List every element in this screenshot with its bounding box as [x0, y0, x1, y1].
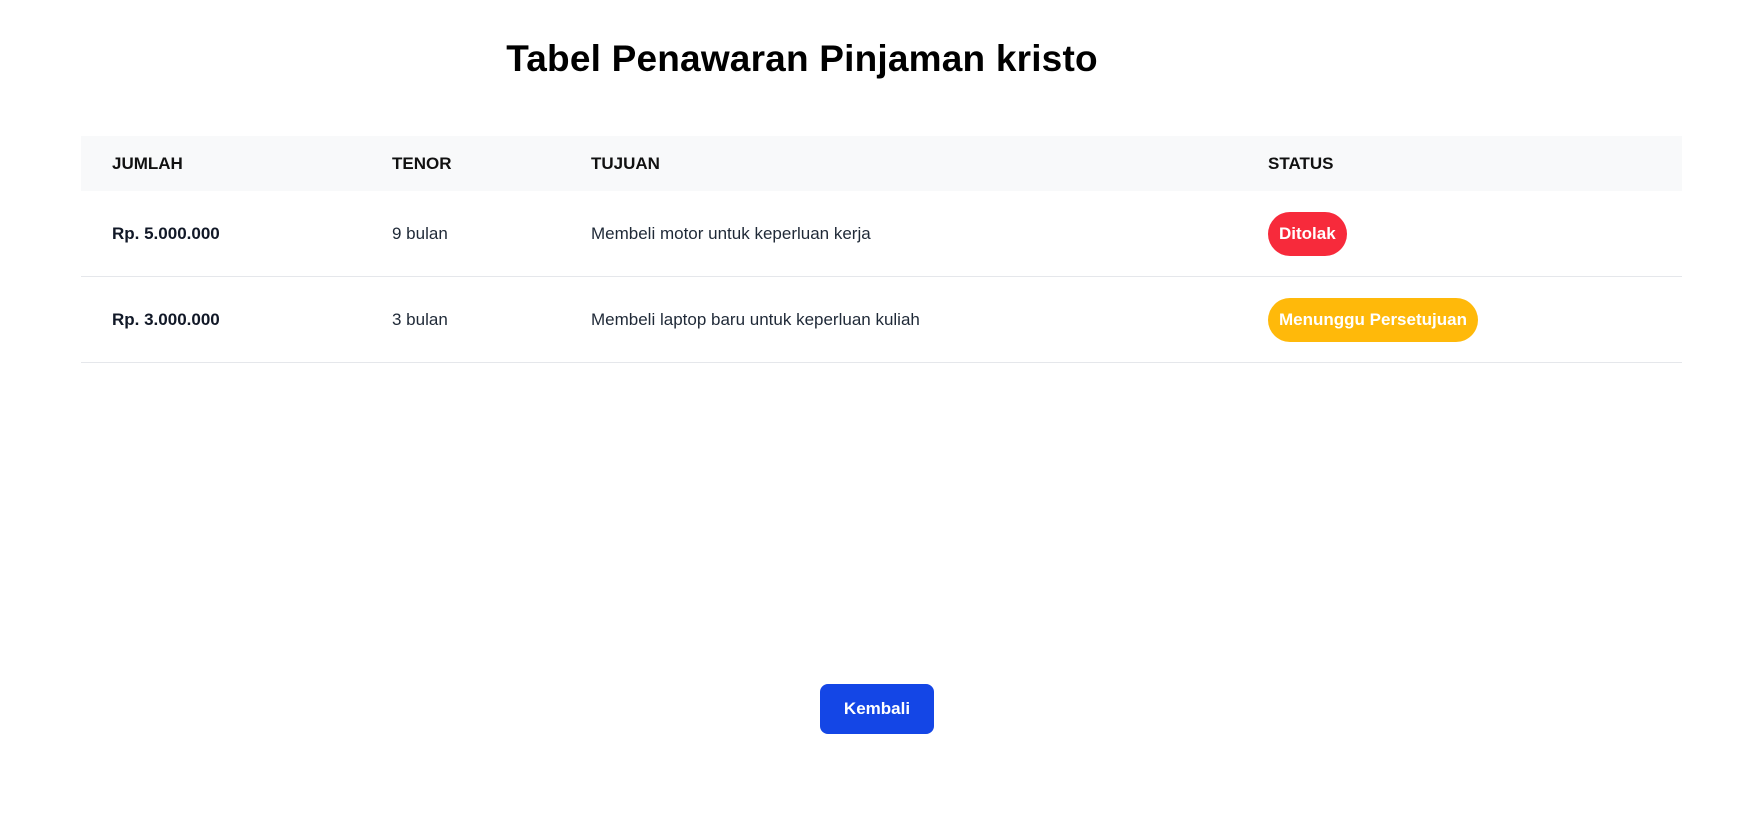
column-header-purpose: TUJUAN: [591, 153, 660, 173]
column-header-amount: JUMLAH: [112, 153, 183, 173]
column-header-status: STATUS: [1268, 153, 1334, 173]
purpose-cell: Membeli laptop baru untuk keperluan kuli…: [560, 276, 1237, 363]
table-row: Rp. 3.000.000 3 bulan Membeli laptop bar…: [81, 276, 1682, 363]
table-header: JUMLAH TENOR TUJUAN STATUS: [81, 136, 1682, 191]
page-title: Tabel Penawaran Pinjaman kristo: [506, 38, 1098, 79]
table-header-row: JUMLAH TENOR TUJUAN STATUS: [81, 136, 1682, 191]
tenor-cell: 3 bulan: [361, 276, 560, 363]
status-badge: Menunggu Persetujuan: [1268, 297, 1478, 342]
amount-cell: Rp. 5.000.000: [81, 191, 361, 277]
status-cell: Ditolak: [1237, 191, 1682, 277]
status-cell: Menunggu Persetujuan: [1237, 276, 1682, 363]
back-button[interactable]: Kembali: [820, 684, 934, 734]
amount-cell: Rp. 3.000.000: [81, 276, 361, 363]
table-body: Rp. 5.000.000 9 bulan Membeli motor untu…: [81, 191, 1682, 363]
table-row: Rp. 5.000.000 9 bulan Membeli motor untu…: [81, 191, 1682, 277]
loan-offers-table: JUMLAH TENOR TUJUAN STATUS Rp. 5.000.000…: [81, 136, 1682, 363]
purpose-cell: Membeli motor untuk keperluan kerja: [560, 191, 1237, 277]
tenor-cell: 9 bulan: [361, 191, 560, 277]
status-badge: Ditolak: [1268, 211, 1347, 256]
column-header-tenor: TENOR: [392, 153, 452, 173]
